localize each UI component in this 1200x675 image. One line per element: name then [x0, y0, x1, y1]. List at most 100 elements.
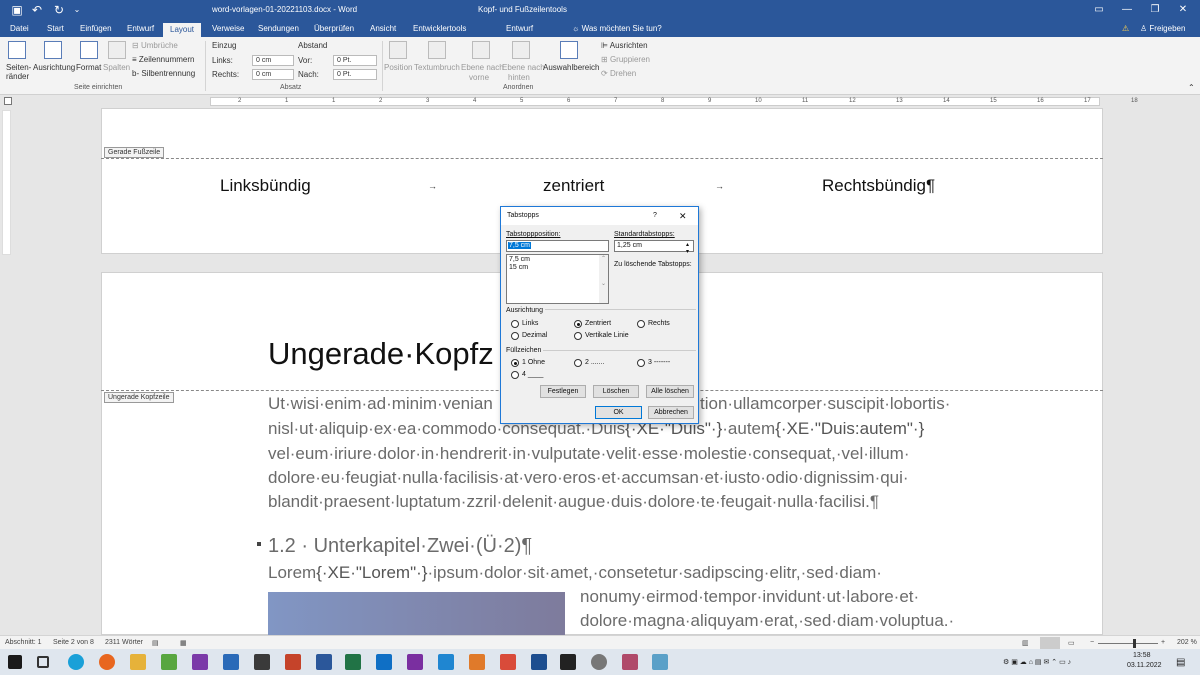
- spacing-after-input[interactable]: 0 Pt.: [333, 69, 377, 80]
- align-bar-label[interactable]: Vertikale Linie: [585, 332, 629, 339]
- app-icon[interactable]: [161, 654, 177, 670]
- excel-icon[interactable]: [345, 654, 361, 670]
- tab-ansicht[interactable]: Ansicht: [370, 24, 396, 33]
- indent-right-input[interactable]: 0 cm: [252, 69, 294, 80]
- clock-time[interactable]: 13:58: [1133, 652, 1151, 659]
- cancel-button[interactable]: Abbrechen: [648, 406, 694, 419]
- tab-position-list[interactable]: 7,5 cm 15 cm ⌃ ⌄: [506, 254, 609, 304]
- selection-pane-icon[interactable]: [560, 41, 578, 59]
- scrollbar[interactable]: ⌃ ⌄: [599, 255, 608, 303]
- align-decimal-label[interactable]: Dezimal: [522, 332, 547, 339]
- breaks-button[interactable]: ⊟ Umbrüche: [132, 41, 178, 50]
- vscode-icon[interactable]: [438, 654, 454, 670]
- ribbon-display-icon[interactable]: ▭: [1088, 3, 1110, 17]
- system-tray-icons[interactable]: ⚙ ▣ ☁ ⌂ ▤ ✉ ⌃ ▭ ♪: [1003, 658, 1071, 666]
- minimize-icon[interactable]: —: [1116, 3, 1138, 17]
- align-button[interactable]: ⊫ Ausrichten: [601, 41, 648, 50]
- app-icon[interactable]: [254, 654, 270, 670]
- horizontal-ruler[interactable]: 2 1 1 2 3 4 5 6 7 8 9 10 11 12 13 14 15 16 17 18: [210, 97, 1138, 106]
- inline-image[interactable]: [268, 592, 565, 635]
- leader-none-radio[interactable]: [511, 359, 519, 367]
- powershell-icon[interactable]: [531, 654, 547, 670]
- send-backward-label-2[interactable]: hinten: [508, 73, 530, 82]
- onenote-icon[interactable]: [192, 654, 208, 670]
- odd-header-heading[interactable]: Ungerade·Kopfz: [268, 336, 494, 372]
- default-tabstops-input[interactable]: 1,25 cm ▴ ▾: [614, 240, 694, 255]
- rotate-button[interactable]: ⟳ Drehen: [601, 69, 636, 78]
- set-button[interactable]: Festlegen: [540, 385, 586, 398]
- size-icon[interactable]: [80, 41, 98, 59]
- align-bar-radio[interactable]: [574, 332, 582, 340]
- clock-date[interactable]: 03.11.2022: [1127, 662, 1162, 669]
- print-layout-icon[interactable]: [1040, 637, 1060, 649]
- file-explorer-icon[interactable]: [130, 654, 146, 670]
- zoom-level[interactable]: 202 %: [1177, 639, 1197, 646]
- odd-header-tag[interactable]: Ungerade Kopfzeile: [104, 392, 174, 403]
- app-icon[interactable]: [652, 654, 668, 670]
- wrap-text-icon[interactable]: [428, 41, 446, 59]
- align-right-radio[interactable]: [637, 320, 645, 328]
- body-paragraph-line[interactable]: Ut·wisi·enim·ad·minim·venian: [268, 394, 493, 414]
- leader-dots-label[interactable]: 2 .......: [585, 359, 604, 366]
- tab-verweise[interactable]: Verweise: [212, 24, 244, 33]
- tab-einfuegen[interactable]: Einfügen: [80, 24, 112, 33]
- proofing-icon[interactable]: ▤: [152, 639, 159, 647]
- columns-button[interactable]: Spalten: [103, 63, 130, 72]
- redo-icon[interactable]: ↻: [52, 3, 66, 17]
- onenote-icon[interactable]: [407, 654, 423, 670]
- tab-ueberpruefen[interactable]: Überprüfen: [314, 24, 354, 33]
- save-icon[interactable]: ▣: [10, 3, 24, 17]
- margins-label[interactable]: Seiten-: [6, 63, 31, 72]
- undo-icon[interactable]: ↶: [30, 3, 44, 17]
- leader-dashes-radio[interactable]: [637, 359, 645, 367]
- tab-start[interactable]: Start: [47, 24, 64, 33]
- bring-forward-button[interactable]: Ebene nach: [461, 63, 504, 72]
- bring-forward-label-2[interactable]: vorne: [469, 73, 489, 82]
- tab-entwicklertools[interactable]: Entwicklertools: [413, 24, 466, 33]
- warning-icon[interactable]: ⚠: [1122, 24, 1129, 33]
- word-count[interactable]: 2311 Wörter: [105, 639, 143, 646]
- leader-dashes-label[interactable]: 3 -------: [648, 359, 670, 366]
- share-button[interactable]: ♙ Freigeben: [1140, 24, 1185, 33]
- windows-start-icon[interactable]: [8, 655, 22, 669]
- spinner-icon[interactable]: ▴ ▾: [686, 241, 689, 255]
- help-icon[interactable]: ?: [653, 212, 657, 219]
- web-layout-icon[interactable]: ▭: [1068, 639, 1075, 647]
- app-icon[interactable]: [622, 654, 638, 670]
- notification-icon[interactable]: ▤: [1176, 657, 1185, 668]
- align-left-label[interactable]: Links: [522, 320, 538, 327]
- margins-label-2[interactable]: ränder: [6, 72, 29, 81]
- body-paragraph-line[interactable]: nonumy·eirmod·tempor·invidunt·ut·labore·…: [580, 587, 919, 607]
- line-numbers-button[interactable]: ≡ Zeilennummern: [132, 55, 194, 64]
- delete-all-button[interactable]: Alle löschen: [646, 385, 694, 398]
- align-left-radio[interactable]: [511, 320, 519, 328]
- align-right-label[interactable]: Rechts: [648, 320, 670, 327]
- send-backward-button[interactable]: Ebene nach: [502, 63, 545, 72]
- margins-icon[interactable]: [8, 41, 26, 59]
- tab-entwurf[interactable]: Entwurf: [127, 24, 154, 33]
- tab-kontext-entwurf[interactable]: Entwurf: [506, 24, 533, 33]
- hyphenation-button[interactable]: b‐ Silbentrennung: [132, 69, 195, 78]
- read-mode-icon[interactable]: ▥: [1022, 639, 1029, 647]
- tab-layout[interactable]: Layout: [163, 23, 202, 37]
- position-icon[interactable]: [389, 41, 407, 59]
- footer-right-text[interactable]: Rechtsbündig¶: [822, 176, 935, 196]
- tab-position-input[interactable]: 7,5 cm: [506, 240, 609, 252]
- vertical-ruler[interactable]: [2, 110, 11, 255]
- zoom-slider-thumb[interactable]: [1133, 639, 1136, 648]
- zoom-slider[interactable]: [1098, 643, 1158, 644]
- leader-line-radio[interactable]: [511, 371, 519, 379]
- leader-line-label[interactable]: 4 ____: [522, 371, 543, 378]
- section-indicator[interactable]: Abschnitt: 1: [5, 639, 42, 646]
- store-icon[interactable]: [223, 654, 239, 670]
- columns-icon[interactable]: [108, 41, 126, 59]
- leader-none-label[interactable]: 1 Ohne: [522, 359, 545, 366]
- git-icon[interactable]: [500, 654, 516, 670]
- delete-button[interactable]: Löschen: [593, 385, 639, 398]
- app-icon[interactable]: [469, 654, 485, 670]
- leader-dots-radio[interactable]: [574, 359, 582, 367]
- body-paragraph-line[interactable]: blandit·praesent·luptatum·zzril·delenit·…: [268, 492, 879, 512]
- selection-pane-button[interactable]: Auswahlbereich: [543, 63, 599, 72]
- bring-forward-icon[interactable]: [472, 41, 490, 59]
- footer-left-text[interactable]: Linksbündig: [220, 176, 311, 196]
